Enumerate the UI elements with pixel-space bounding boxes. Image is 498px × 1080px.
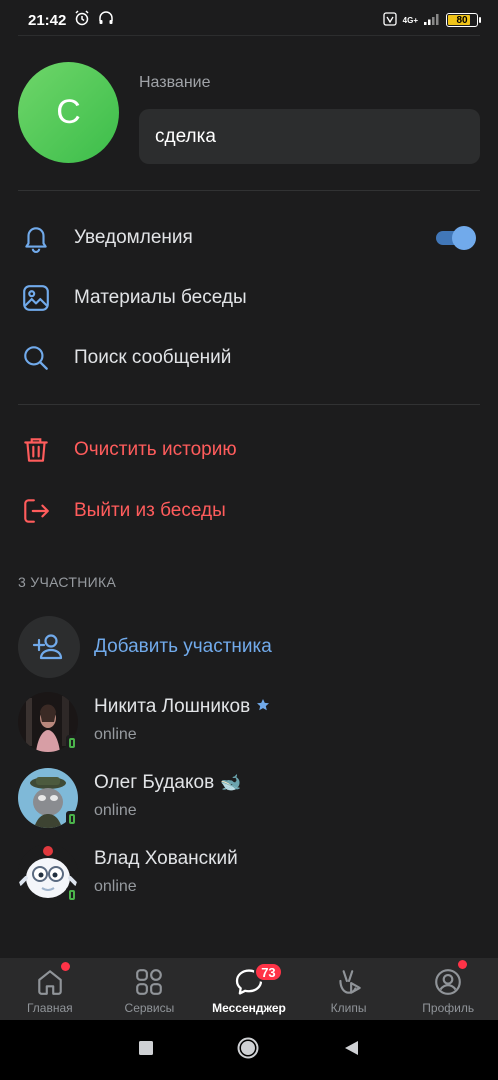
online-indicator (66, 811, 78, 827)
member-name: Влад Хованский (94, 848, 238, 869)
online-indicator (66, 735, 78, 751)
online-indicator (66, 887, 78, 903)
members-section-title: 3 УЧАСТНИКА (18, 574, 117, 590)
clear-history-row[interactable]: Очистить историю (0, 420, 498, 480)
search-icon (20, 342, 52, 374)
recents-button[interactable] (138, 1040, 154, 1061)
member-row[interactable]: Влад Хованский online (18, 844, 498, 920)
back-button[interactable] (342, 1039, 360, 1062)
chat-avatar[interactable]: С (18, 62, 119, 163)
add-user-icon (18, 616, 80, 678)
member-status: online (94, 802, 137, 819)
member-status: online (94, 878, 137, 895)
notifications-toggle[interactable] (436, 226, 476, 250)
logout-icon (20, 495, 52, 527)
status-time: 21:42 (28, 11, 67, 29)
member-name: Олег Будаков (94, 772, 215, 793)
notifications-row[interactable]: Уведомления (0, 208, 498, 268)
notification-dot (458, 960, 468, 969)
unread-badge: 73 (254, 962, 283, 982)
tab-messenger[interactable]: 73 Мессенджер (199, 958, 299, 1020)
tab-home[interactable]: Главная (0, 958, 100, 1020)
attachments-label: Материалы беседы (74, 287, 247, 308)
name-label: Название (139, 74, 211, 91)
status-divider (18, 35, 480, 36)
system-nav-bar (0, 1020, 498, 1080)
tab-clips[interactable]: Клипы (299, 958, 399, 1020)
attachments-row[interactable]: Материалы беседы (0, 268, 498, 328)
bottom-tab-bar: Главная Сервисы 73 Мессенджер Клипы Проф… (0, 958, 498, 1020)
volte-icon (383, 11, 397, 29)
add-member-label: Добавить участника (94, 636, 272, 657)
signal-icon (424, 13, 440, 28)
member-row[interactable]: Олег Будаков 🐋 online (18, 768, 498, 844)
tab-profile-label: Профиль (422, 1001, 475, 1015)
divider (18, 404, 480, 405)
bell-icon (20, 222, 52, 254)
search-messages-row[interactable]: Поиск сообщений (0, 328, 498, 388)
battery-level: 80 (456, 14, 468, 26)
home-button[interactable] (236, 1036, 260, 1065)
network-type: 4G+ (402, 15, 418, 25)
tab-clips-label: Клипы (330, 1001, 367, 1015)
clear-history-label: Очистить историю (74, 439, 237, 460)
headphones-icon (98, 10, 114, 30)
notifications-label: Уведомления (74, 227, 193, 248)
search-messages-label: Поиск сообщений (74, 347, 232, 368)
member-status: online (94, 726, 137, 743)
tab-home-label: Главная (26, 1001, 73, 1015)
trash-icon (20, 434, 52, 466)
image-icon (20, 282, 52, 314)
whale-emoji: 🐋 (220, 773, 242, 792)
leave-chat-row[interactable]: Выйти из беседы (0, 481, 498, 541)
avatar-letter: С (56, 93, 81, 131)
chat-header: С Название сделка (18, 62, 480, 164)
services-icon (133, 966, 165, 998)
tab-services-label: Сервисы (124, 1001, 175, 1015)
chat-name-value: сделка (155, 125, 216, 147)
profile-icon (432, 966, 464, 998)
leave-chat-label: Выйти из беседы (74, 500, 226, 521)
clips-icon (333, 966, 365, 998)
home-icon (34, 966, 66, 998)
status-bar: 21:42 4G+ 80 (0, 0, 498, 40)
battery-icon: 80 (446, 13, 481, 27)
alarm-icon (74, 10, 90, 30)
add-member-button[interactable]: Добавить участника (18, 615, 498, 679)
chat-name-input[interactable]: сделка (139, 109, 480, 164)
tab-messenger-label: Мессенджер (212, 1001, 286, 1015)
star-icon (256, 696, 270, 718)
member-row[interactable]: Никита Лошников online (18, 692, 498, 768)
divider (18, 190, 480, 191)
member-name: Никита Лошников (94, 696, 251, 717)
tab-profile[interactable]: Профиль (398, 958, 498, 1020)
notification-dot (61, 962, 70, 971)
tab-services[interactable]: Сервисы (100, 958, 200, 1020)
